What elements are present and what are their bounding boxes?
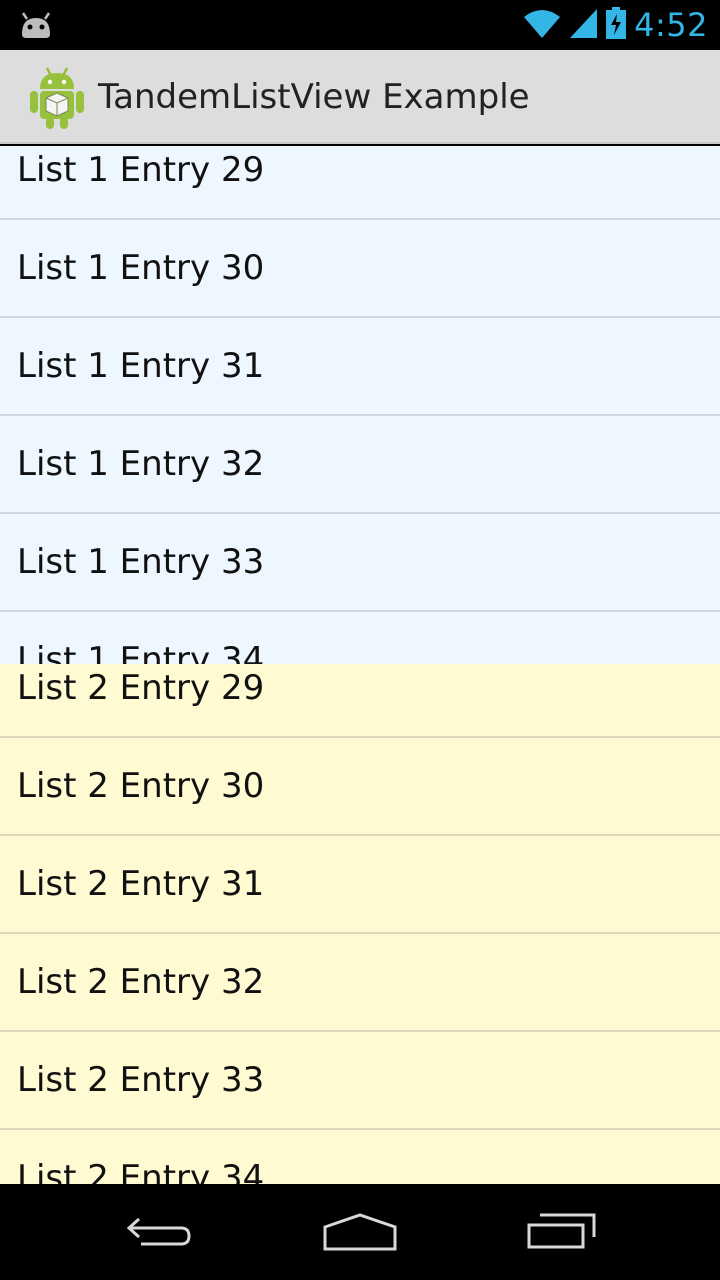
- list-item-label: List 1 Entry 31: [17, 346, 265, 386]
- list-item-label: List 1 Entry 32: [17, 444, 265, 484]
- list-item[interactable]: List 1 Entry 32: [0, 416, 720, 514]
- action-bar: TandemListView Example: [0, 50, 720, 144]
- list-item[interactable]: List 2 Entry 34: [0, 1130, 720, 1184]
- status-bar: 4:52: [0, 0, 720, 50]
- signal-icon: [570, 7, 598, 43]
- list-item[interactable]: List 2 Entry 32: [0, 934, 720, 1032]
- list-item-label: List 2 Entry 29: [17, 668, 265, 708]
- list-item-label: List 1 Entry 34: [17, 640, 265, 664]
- home-button[interactable]: [312, 1208, 408, 1258]
- battery-charging-icon: [606, 7, 627, 43]
- recent-apps-button[interactable]: [514, 1208, 610, 1258]
- list-item[interactable]: List 2 Entry 33: [0, 1032, 720, 1130]
- android-debug-icon: [18, 10, 54, 40]
- list-item-label: List 1 Entry 30: [17, 248, 265, 288]
- list-item[interactable]: List 2 Entry 30: [0, 738, 720, 836]
- list-2[interactable]: List 2 Entry 29 List 2 Entry 30 List 2 E…: [0, 664, 720, 1184]
- list-item-label: List 2 Entry 32: [17, 962, 265, 1002]
- list-item[interactable]: List 1 Entry 31: [0, 318, 720, 416]
- list-item[interactable]: List 2 Entry 29: [0, 664, 720, 738]
- list-item-label: List 2 Entry 33: [17, 1060, 265, 1100]
- list-item[interactable]: List 1 Entry 29: [0, 146, 720, 220]
- list-item[interactable]: List 2 Entry 31: [0, 836, 720, 934]
- list-item[interactable]: List 1 Entry 33: [0, 514, 720, 612]
- list-item-label: List 1 Entry 29: [17, 150, 265, 190]
- recent-apps-icon: [526, 1211, 598, 1255]
- list-item[interactable]: List 1 Entry 34: [0, 612, 720, 664]
- back-icon: [125, 1211, 195, 1255]
- list-item-label: List 2 Entry 30: [17, 766, 265, 806]
- status-icons: 4:52: [522, 0, 708, 50]
- clock: 4:52: [634, 6, 708, 44]
- android-app-icon[interactable]: [28, 65, 86, 129]
- list-item-label: List 2 Entry 34: [17, 1158, 265, 1184]
- back-button[interactable]: [112, 1208, 208, 1258]
- list-1[interactable]: List 1 Entry 29 List 1 Entry 30 List 1 E…: [0, 146, 720, 664]
- wifi-icon: [522, 7, 562, 43]
- page-title: TandemListView Example: [98, 77, 530, 117]
- list-item[interactable]: List 1 Entry 30: [0, 220, 720, 318]
- home-icon: [322, 1211, 398, 1255]
- list-item-label: List 2 Entry 31: [17, 864, 265, 904]
- navigation-bar: [0, 1184, 720, 1280]
- list-item-label: List 1 Entry 33: [17, 542, 265, 582]
